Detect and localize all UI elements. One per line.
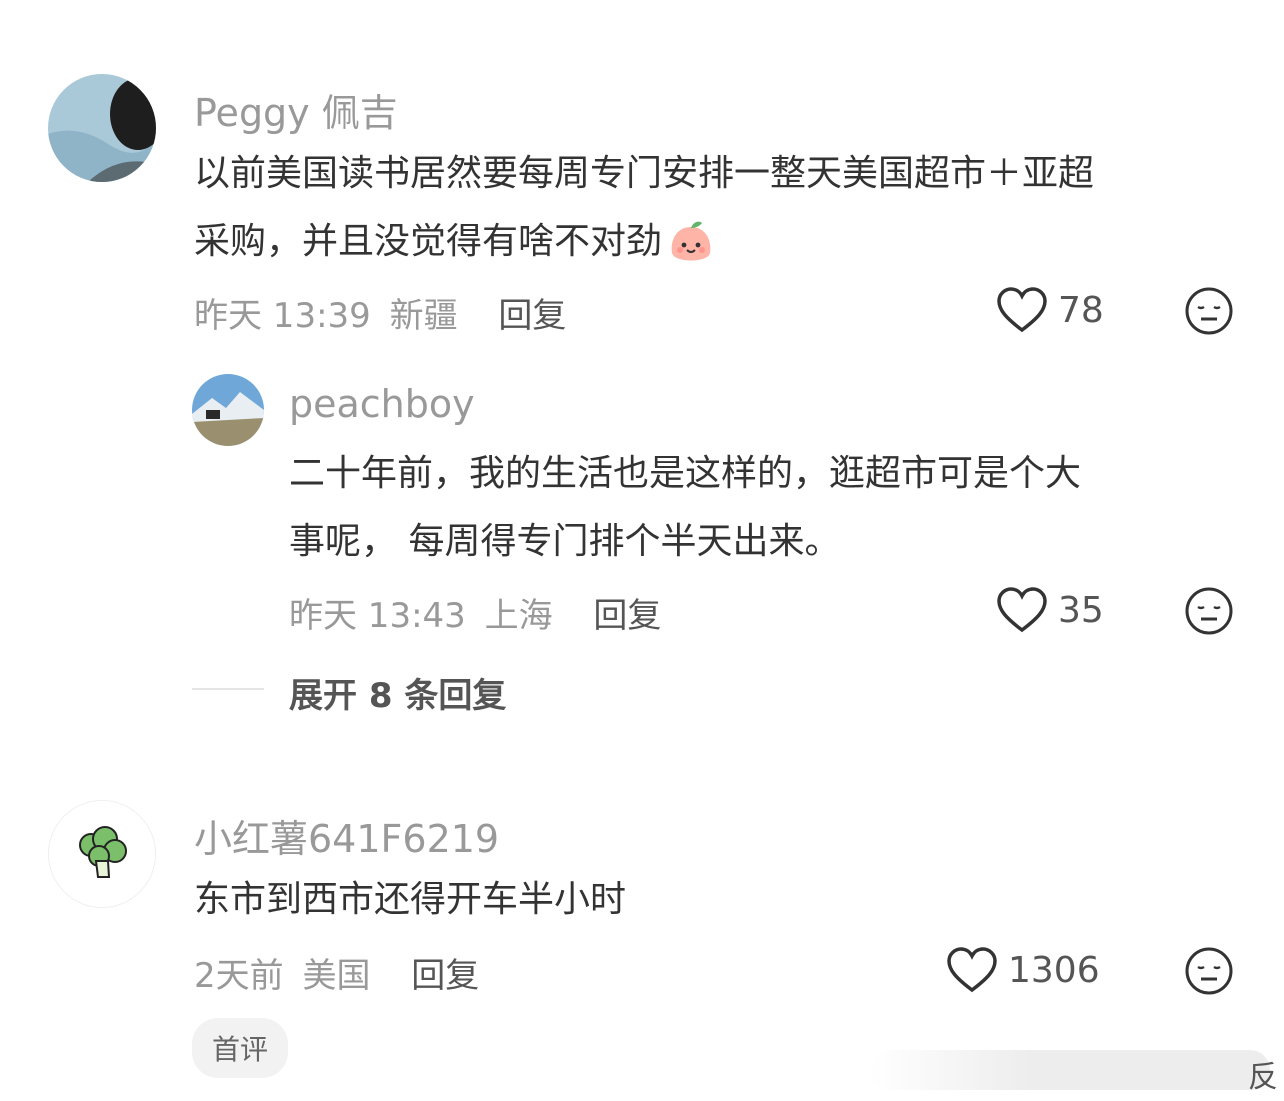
comment-location: 新疆 (389, 296, 458, 336)
reply-button[interactable]: 回复 (411, 956, 479, 996)
reply-username[interactable]: peachboy (289, 382, 475, 426)
like-count: 1306 (1008, 949, 1100, 991)
comment-text: 以前美国读书居然要每周专门安排一整天美国超市＋亚超 采购，并且没觉得有啥不对劲 (194, 140, 1244, 276)
heart-icon (997, 587, 1047, 633)
like-count: 35 (1058, 589, 1104, 631)
dislike-face-icon[interactable] (1184, 286, 1234, 340)
avatar-peggy[interactable] (48, 74, 156, 182)
reply-location: 上海 (484, 596, 553, 636)
like-button[interactable]: 35 (996, 586, 1104, 634)
expand-divider (192, 688, 264, 690)
comment-text-line: 采购，并且没觉得有啥不对劲 (194, 221, 663, 262)
comment-username[interactable]: Peggy 佩吉 (194, 82, 398, 137)
watermark (870, 1050, 1270, 1090)
dislike-face-icon[interactable] (1184, 946, 1234, 1000)
heart-icon (947, 947, 997, 993)
like-count: 78 (1058, 289, 1104, 331)
reply-button[interactable]: 回复 (498, 296, 566, 336)
comment-text: 东市到西市还得开车半小时 (194, 879, 627, 920)
peach-face-emoji-icon (666, 217, 716, 267)
reply-button[interactable]: 回复 (593, 596, 661, 636)
comment-time: 昨天 13:39 (194, 296, 371, 336)
comment-time: 2天前 (194, 956, 284, 996)
comment-text-line: 以前美国读书居然要每周专门安排一整天美国超市＋亚超 (194, 153, 1095, 194)
like-button[interactable]: 78 (996, 286, 1104, 334)
avatar-peachboy[interactable] (192, 374, 264, 446)
comment-meta: 昨天 13:39 新疆 回复 (194, 288, 566, 337)
reply-text: 二十年前，我的生活也是这样的，逛超市可是个大 事呢， 每周得专门排个半天出来。 (289, 440, 1249, 576)
comment-meta: 2天前 美国 回复 (194, 948, 479, 997)
reply-text-line: 事呢， 每周得专门排个半天出来。 (289, 521, 841, 562)
like-button[interactable]: 1306 (946, 946, 1100, 994)
comment-username[interactable]: 小红薯641F6219 (194, 808, 499, 863)
expand-replies-button[interactable]: 展开 8 条回复 (289, 668, 506, 717)
dislike-face-icon[interactable] (1184, 586, 1234, 640)
comment-location: 美国 (302, 956, 371, 996)
watermark-text: 反 (1248, 1060, 1278, 1095)
first-comment-badge: 首评 (192, 1018, 289, 1078)
avatar-xiaohongshu-user[interactable] (48, 800, 156, 908)
heart-icon (997, 287, 1047, 333)
reply-text-line: 二十年前，我的生活也是这样的，逛超市可是个大 (289, 453, 1082, 494)
reply-time: 昨天 13:43 (289, 596, 466, 636)
reply-meta: 昨天 13:43 上海 回复 (289, 588, 661, 637)
